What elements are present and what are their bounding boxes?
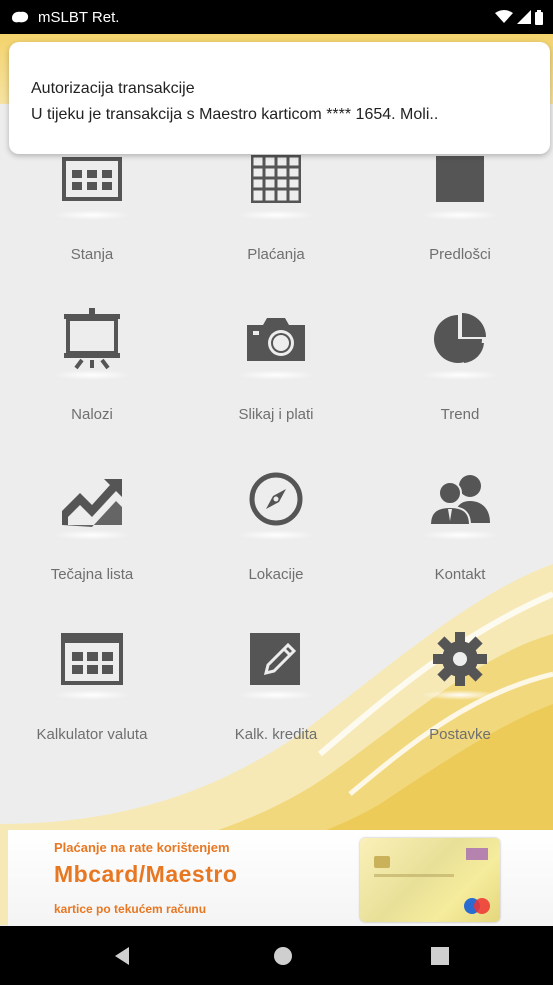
- tile-label: Kontakt: [434, 566, 486, 583]
- tile-label: Slikaj i plati: [238, 406, 314, 423]
- presentation-board-icon: [57, 304, 127, 374]
- promo-banner[interactable]: Plaćanje na rate korištenjem Mbcard/Maes…: [8, 830, 553, 926]
- compass-icon: [241, 464, 311, 534]
- tile-kalk-kredita[interactable]: Kalk. kredita: [184, 624, 368, 784]
- tile-kontakt[interactable]: Kontakt: [368, 464, 552, 624]
- card-image: [360, 838, 500, 922]
- account-balance-icon: [57, 144, 127, 214]
- tile-label: Lokacije: [248, 566, 304, 583]
- recents-button[interactable]: [410, 926, 470, 985]
- tile-label: Kalk. kredita: [234, 726, 318, 743]
- edit-note-icon: [241, 624, 311, 694]
- gear-icon: [425, 624, 495, 694]
- recents-icon: [431, 946, 449, 965]
- tile-lokacije[interactable]: Lokacije: [184, 464, 368, 624]
- tile-stanja[interactable]: Stanja: [0, 144, 184, 304]
- transaction-notification[interactable]: Autorizacija transakcije U tijeku je tra…: [9, 42, 550, 154]
- tile-kalkulator-valuta[interactable]: Kalkulator valuta: [0, 624, 184, 784]
- calculator-icon: [57, 624, 127, 694]
- status-bar: mSLBT Ret.: [0, 0, 553, 34]
- tile-label: Trend: [440, 406, 480, 423]
- tile-predlosci[interactable]: Predlošci: [368, 144, 552, 304]
- tile-label: Postavke: [429, 726, 491, 743]
- tile-label: Nalozi: [71, 406, 113, 423]
- notification-body: U tijeku je transakcija s Maestro kartic…: [31, 106, 439, 123]
- banner-line-2: Mbcard/Maestro: [54, 861, 238, 887]
- back-button[interactable]: [92, 926, 152, 985]
- tile-slikaj-i-plati[interactable]: Slikaj i plati: [184, 304, 368, 464]
- cell-signal-icon: [517, 10, 531, 24]
- status-app-name: mSLBT Ret.: [38, 8, 120, 26]
- tile-placanja[interactable]: Plaćanja: [184, 144, 368, 304]
- pie-chart-icon: [425, 304, 495, 374]
- people-icon: [425, 464, 495, 534]
- tile-label: Predlošci: [429, 246, 491, 263]
- camera-icon: [241, 304, 311, 374]
- app-home-screen: Stanja Plaćanja Predlošci Nalozi Slikaj …: [0, 34, 553, 925]
- tile-trend[interactable]: Trend: [368, 304, 552, 464]
- banner-line-1: Plaćanje na rate korištenjem: [54, 840, 230, 855]
- home-icon: [274, 946, 292, 965]
- back-icon: [115, 946, 129, 965]
- tile-nalozi[interactable]: Nalozi: [0, 304, 184, 464]
- battery-icon: [535, 9, 543, 25]
- tile-label: Stanja: [70, 246, 114, 263]
- home-button[interactable]: [253, 926, 313, 985]
- tile-label: Tečajna lista: [50, 566, 134, 583]
- tile-tecajna-lista[interactable]: Tečajna lista: [0, 464, 184, 624]
- tile-label: Plaćanja: [247, 246, 305, 263]
- payments-grid-icon: [241, 144, 311, 214]
- banner-line-3: kartice po tekućem računu: [54, 902, 207, 916]
- trend-chart-icon: [57, 464, 127, 534]
- system-nav-bar: [0, 926, 553, 985]
- templates-icon: [425, 144, 495, 214]
- wifi-icon: [495, 10, 513, 23]
- notification-title: Autorizacija transakcije: [31, 80, 195, 97]
- app-notification-icon: [12, 11, 29, 23]
- tile-label: Kalkulator valuta: [36, 726, 148, 743]
- tile-postavke[interactable]: Postavke: [368, 624, 552, 784]
